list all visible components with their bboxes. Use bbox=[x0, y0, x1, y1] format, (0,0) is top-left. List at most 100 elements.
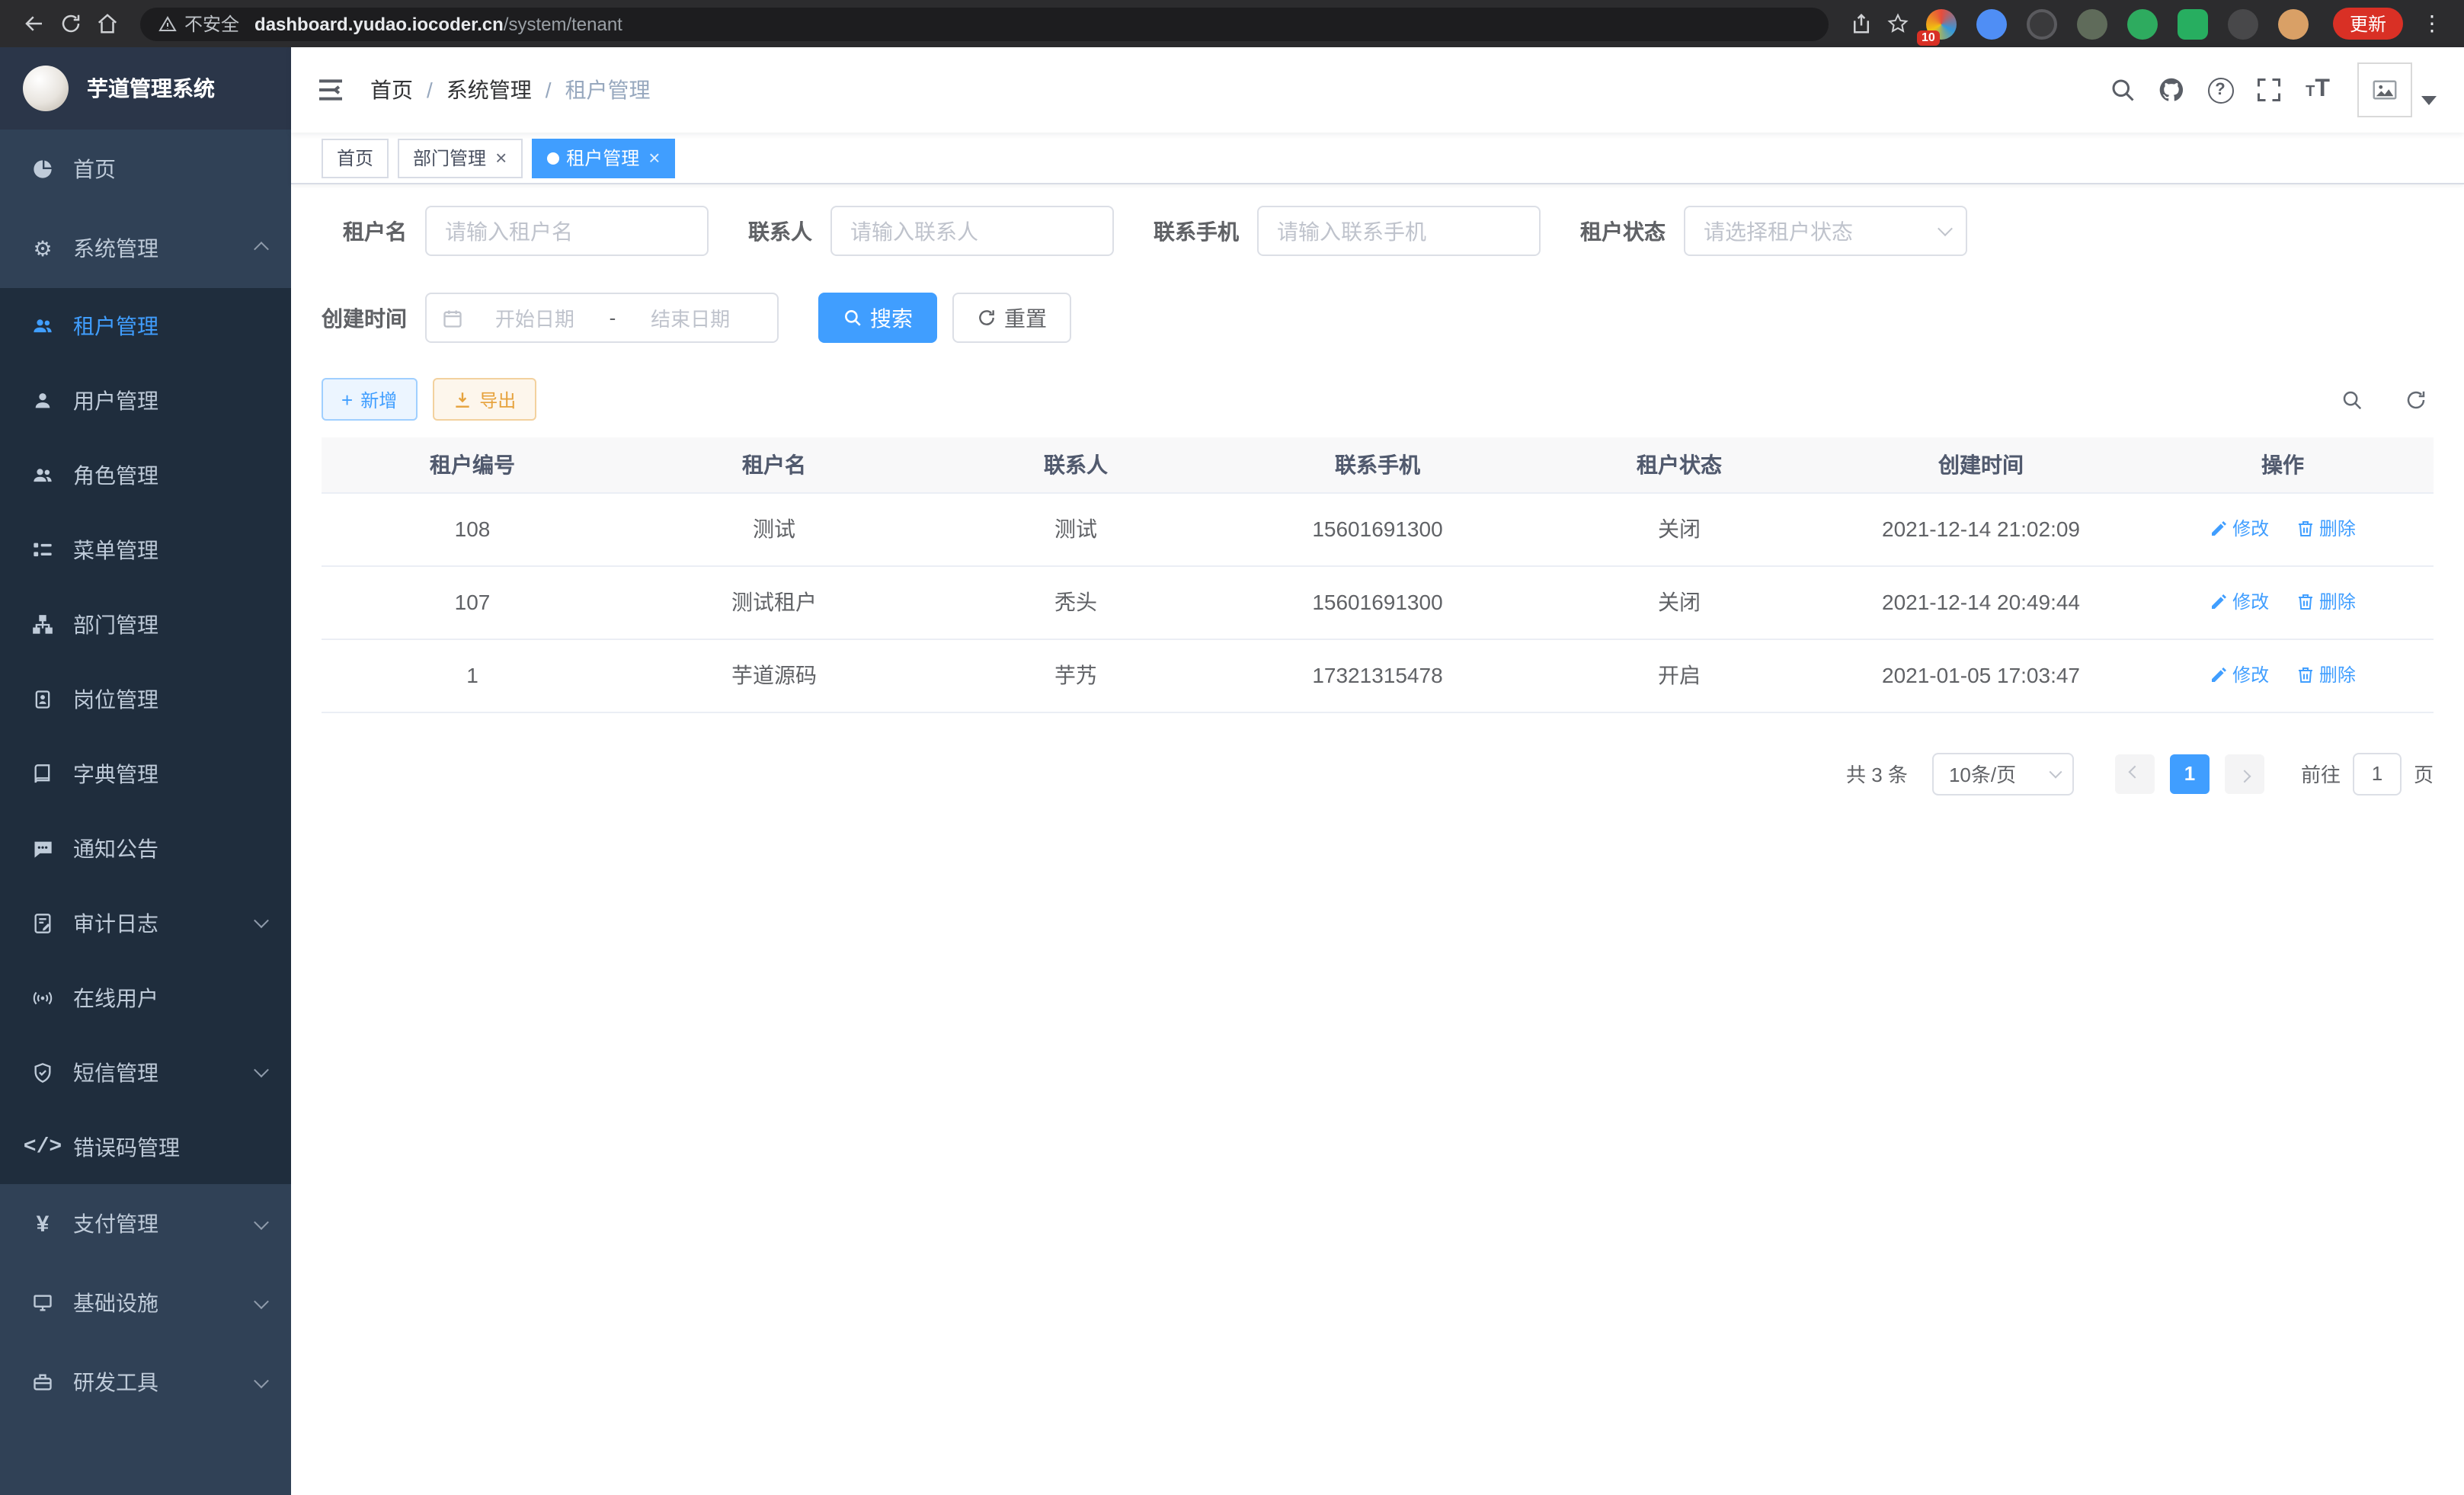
delete-link[interactable]: 删除 bbox=[2296, 662, 2356, 688]
sidebar-item-department-management[interactable]: 部门管理 bbox=[0, 587, 291, 661]
sidebar-item-system-management[interactable]: ⚙ 系统管理 bbox=[0, 209, 291, 288]
sidebar-item-dictionary-management[interactable]: 字典管理 bbox=[0, 736, 291, 811]
sidebar-item-label: 角色管理 bbox=[73, 459, 158, 490]
sidebar-item-error-code-management[interactable]: </> 错误码管理 bbox=[0, 1109, 291, 1184]
extension-icon[interactable] bbox=[2077, 8, 2107, 39]
font-size-button[interactable]: TT bbox=[2293, 66, 2342, 114]
cell-contact: 测试 bbox=[925, 492, 1227, 565]
table-toolbar: + 新增 导出 bbox=[322, 378, 2434, 421]
column-header: 联系手机 bbox=[1227, 437, 1528, 492]
github-link[interactable] bbox=[2147, 66, 2196, 114]
share-button[interactable] bbox=[1844, 5, 1880, 42]
sidebar-item-user-management[interactable]: 用户管理 bbox=[0, 363, 291, 437]
sidebar-item-home[interactable]: 首页 bbox=[0, 130, 291, 209]
tab-tenant-management[interactable]: 租户管理 × bbox=[531, 138, 675, 178]
bookmark-button[interactable] bbox=[1880, 5, 1917, 42]
sidebar-item-audit-log[interactable]: 审计日志 bbox=[0, 885, 291, 960]
refresh-table-button[interactable] bbox=[2397, 381, 2434, 418]
cell-contact: 秃头 bbox=[925, 565, 1227, 639]
warning-triangle-icon bbox=[158, 14, 177, 33]
header-search-button[interactable] bbox=[2098, 66, 2147, 114]
extension-icon[interactable] bbox=[1976, 8, 2007, 39]
sidebar-item-notice-announcement[interactable]: 通知公告 bbox=[0, 811, 291, 885]
next-page-button[interactable] bbox=[2225, 754, 2264, 793]
user-icon bbox=[30, 388, 55, 412]
breadcrumb-home[interactable]: 首页 bbox=[370, 75, 413, 105]
export-button[interactable]: 导出 bbox=[432, 378, 536, 421]
browser-home-button[interactable] bbox=[88, 5, 125, 42]
sidebar: 芋道管理系统 首页 ⚙ 系统管理 租户管理 用户管理 bbox=[0, 47, 291, 1495]
sidebar-item-post-management[interactable]: 岗位管理 bbox=[0, 661, 291, 736]
cell-actions: 修改 删除 bbox=[2132, 565, 2434, 639]
date-range-picker[interactable]: 开始日期 - 结束日期 bbox=[425, 293, 779, 343]
pencil-icon bbox=[2210, 593, 2228, 611]
browser-update-button[interactable]: 更新 bbox=[2333, 8, 2403, 40]
delete-link[interactable]: 删除 bbox=[2296, 589, 2356, 615]
url-bar[interactable]: 不安全 dashboard.yudao.iocoder.cn/system/te… bbox=[140, 7, 1829, 40]
phone-input[interactable] bbox=[1257, 206, 1541, 256]
sidebar-item-infrastructure[interactable]: 基础设施 bbox=[0, 1263, 291, 1343]
edit-link[interactable]: 修改 bbox=[2210, 516, 2269, 542]
close-tab-icon[interactable]: × bbox=[648, 148, 660, 168]
page-size-select[interactable]: 10条/页 bbox=[1932, 752, 2074, 795]
tab-department-management[interactable]: 部门管理 × bbox=[398, 138, 522, 178]
announcement-icon bbox=[30, 836, 55, 860]
security-chip[interactable]: 不安全 bbox=[158, 11, 239, 37]
pencil-icon bbox=[2210, 520, 2228, 538]
sidebar-item-payment-management[interactable]: ¥ 支付管理 bbox=[0, 1184, 291, 1263]
extensions-row: 10 bbox=[1926, 8, 2309, 39]
tab-label: 部门管理 bbox=[413, 145, 486, 171]
sidebar-logo[interactable]: 芋道管理系统 bbox=[0, 47, 291, 130]
app-title: 芋道管理系统 bbox=[87, 73, 215, 104]
toggle-search-button[interactable] bbox=[2333, 381, 2370, 418]
chevron-down-icon bbox=[256, 1298, 267, 1308]
edit-link[interactable]: 修改 bbox=[2210, 589, 2269, 615]
cell-tenant-name: 测试 bbox=[623, 492, 925, 565]
delete-label: 删除 bbox=[2319, 662, 2356, 688]
status-select[interactable]: 请选择租户状态 bbox=[1684, 206, 1967, 256]
browser-toolbar: 不安全 dashboard.yudao.iocoder.cn/system/te… bbox=[0, 0, 2464, 47]
extension-icon[interactable] bbox=[2027, 8, 2057, 39]
dictionary-icon bbox=[30, 761, 55, 786]
browser-back-button[interactable] bbox=[15, 5, 52, 42]
tab-home[interactable]: 首页 bbox=[322, 138, 389, 178]
fullscreen-button[interactable] bbox=[2245, 66, 2293, 114]
breadcrumb-system[interactable]: 系统管理 bbox=[413, 75, 532, 105]
extension-icon[interactable]: 10 bbox=[1926, 8, 1957, 39]
add-button[interactable]: + 新增 bbox=[322, 378, 417, 421]
sidebar-item-dev-tools[interactable]: 研发工具 bbox=[0, 1343, 291, 1422]
column-header: 租户名 bbox=[623, 437, 925, 492]
chevron-down-icon bbox=[256, 1067, 267, 1077]
search-button[interactable]: 搜索 bbox=[818, 293, 937, 343]
user-avatar[interactable] bbox=[2357, 62, 2412, 117]
contact-input[interactable] bbox=[830, 206, 1114, 256]
close-tab-icon[interactable]: × bbox=[495, 148, 507, 168]
edit-link[interactable]: 修改 bbox=[2210, 662, 2269, 688]
extension-icon[interactable] bbox=[2178, 8, 2208, 39]
sidebar-item-tenant-management[interactable]: 租户管理 bbox=[0, 288, 291, 363]
extension-icon[interactable] bbox=[2127, 8, 2158, 39]
extension-badge: 10 bbox=[1917, 30, 1940, 45]
extension-icon[interactable] bbox=[2278, 8, 2309, 39]
prev-page-button[interactable] bbox=[2115, 754, 2155, 793]
share-icon bbox=[1851, 12, 1874, 35]
sidebar-item-sms-management[interactable]: 短信管理 bbox=[0, 1035, 291, 1109]
sidebar-toggle-button[interactable] bbox=[315, 75, 346, 105]
tenant-name-input[interactable] bbox=[425, 206, 709, 256]
caret-down-icon[interactable] bbox=[2421, 96, 2437, 105]
page-unit-label: 页 bbox=[2414, 759, 2434, 788]
reset-button[interactable]: 重置 bbox=[952, 293, 1071, 343]
goto-page-input[interactable] bbox=[2353, 752, 2402, 795]
page-number-button[interactable]: 1 bbox=[2170, 754, 2210, 793]
status-select-placeholder: 请选择租户状态 bbox=[1704, 216, 1853, 246]
sidebar-item-menu-management[interactable]: 菜单管理 bbox=[0, 512, 291, 587]
chevron-up-icon bbox=[256, 243, 267, 254]
sidebar-item-role-management[interactable]: 角色管理 bbox=[0, 437, 291, 512]
delete-link[interactable]: 删除 bbox=[2296, 516, 2356, 542]
help-button[interactable]: ? bbox=[2196, 66, 2245, 114]
sidebar-item-label: 租户管理 bbox=[73, 310, 158, 341]
sidebar-item-online-users[interactable]: 在线用户 bbox=[0, 960, 291, 1035]
extension-icon[interactable] bbox=[2228, 8, 2258, 39]
browser-refresh-button[interactable] bbox=[52, 5, 88, 42]
browser-menu-button[interactable]: ⋮ bbox=[2415, 11, 2449, 37]
